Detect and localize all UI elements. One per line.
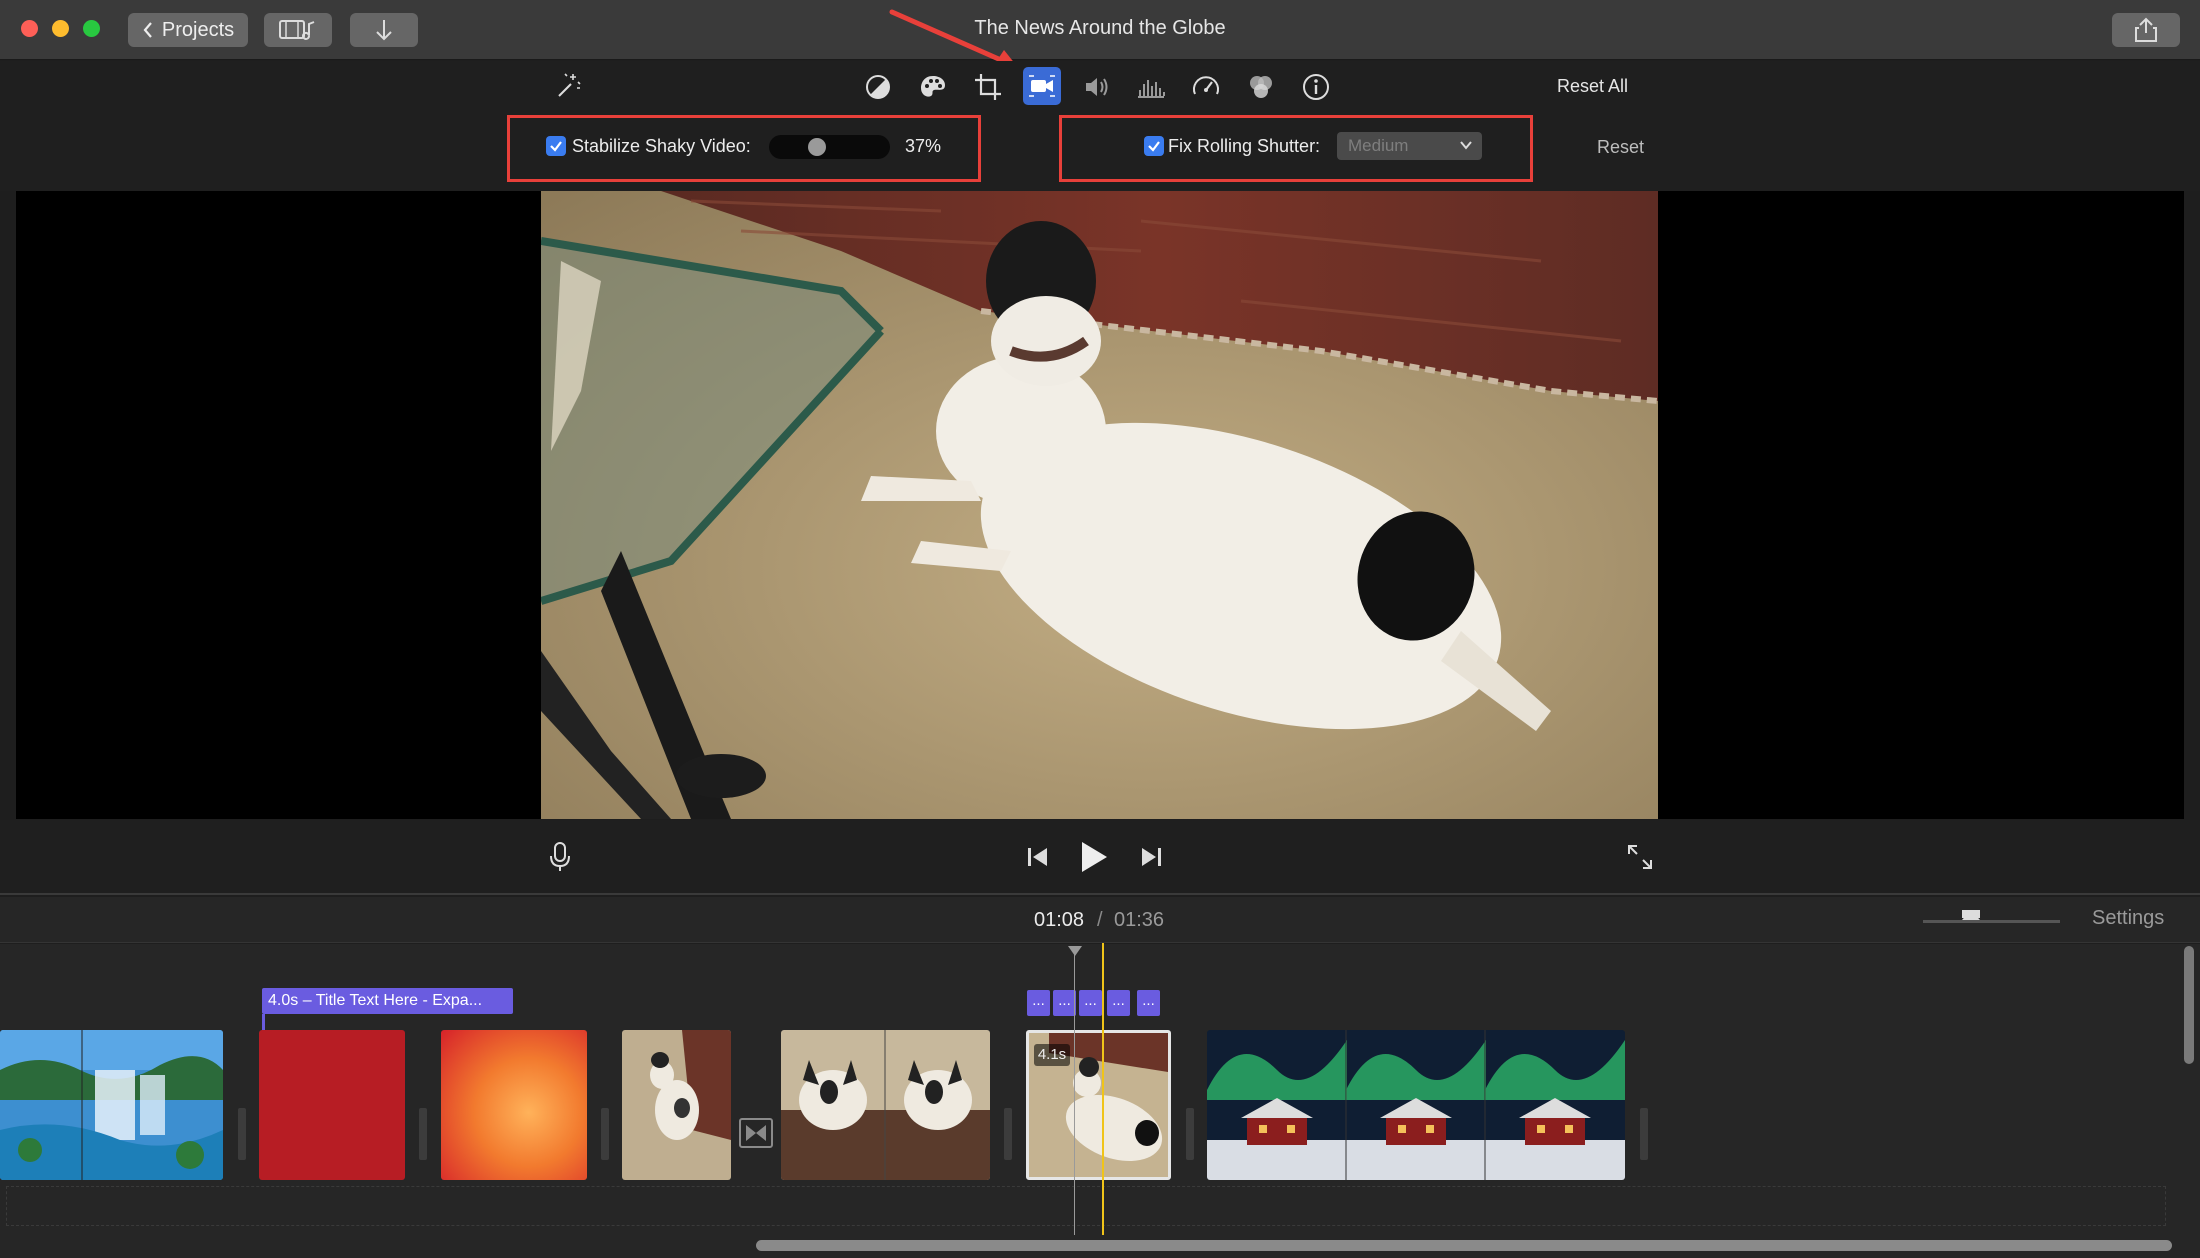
time-separator: / bbox=[1097, 909, 1103, 931]
timeline-clip-red-background[interactable] bbox=[259, 1030, 405, 1180]
video-preview[interactable] bbox=[541, 191, 1658, 819]
crop-button[interactable] bbox=[969, 68, 1007, 106]
skip-forward-icon bbox=[1142, 848, 1161, 866]
stabilize-checkbox[interactable] bbox=[546, 136, 566, 156]
title-marker-badge[interactable]: ... bbox=[1137, 990, 1160, 1016]
checkmark-icon bbox=[1148, 141, 1160, 152]
timeline-clip-waterfall[interactable] bbox=[0, 1030, 223, 1180]
checkmark-icon bbox=[550, 141, 562, 152]
clip-thumbnail bbox=[0, 1030, 223, 1180]
horizontal-scrollbar[interactable] bbox=[756, 1240, 2172, 1251]
clip-thumbnail bbox=[781, 1030, 990, 1180]
reset-all-button[interactable]: Reset All bbox=[1557, 76, 1628, 97]
voiceover-button[interactable] bbox=[547, 840, 573, 874]
playhead[interactable] bbox=[1102, 943, 1104, 1235]
color-correction-icon bbox=[921, 76, 945, 97]
clip-gap-handle[interactable] bbox=[1004, 1108, 1012, 1160]
info-icon bbox=[1303, 74, 1329, 100]
speaker-icon bbox=[1086, 78, 1108, 96]
timecode-bar: 01:08 / 01:36 Settings bbox=[0, 897, 2200, 943]
title-marker-badge[interactable]: ... bbox=[1053, 990, 1076, 1016]
chevron-down-icon bbox=[1460, 141, 1472, 150]
transition-icon bbox=[746, 1125, 766, 1141]
vertical-scrollbar[interactable] bbox=[2184, 946, 2194, 1064]
timeline-zoom-knob[interactable] bbox=[1961, 910, 1980, 920]
volume-button[interactable] bbox=[1078, 68, 1116, 106]
current-time: 01:08 bbox=[1034, 909, 1085, 931]
clip-gap-handle[interactable] bbox=[1640, 1108, 1648, 1160]
rolling-shutter-value: Medium bbox=[1348, 136, 1409, 155]
skimmer-head bbox=[1068, 946, 1082, 956]
fullscreen-button[interactable] bbox=[1624, 841, 1656, 873]
title-marker-badge[interactable]: ... bbox=[1107, 990, 1130, 1016]
stabilize-value: 37% bbox=[905, 136, 942, 156]
share-button[interactable] bbox=[2112, 13, 2180, 47]
play-icon bbox=[1082, 842, 1107, 872]
clip-filter-button[interactable] bbox=[1242, 68, 1280, 106]
video-frame-image bbox=[541, 191, 1658, 819]
speed-button[interactable] bbox=[1187, 68, 1225, 106]
clip-gap-handle[interactable] bbox=[238, 1108, 246, 1160]
noise-reduction-button[interactable] bbox=[1132, 68, 1170, 106]
audio-lane[interactable] bbox=[6, 1186, 2166, 1226]
rolling-shutter-select[interactable]: Medium bbox=[1337, 132, 1482, 160]
stabilize-slider-knob[interactable] bbox=[807, 138, 826, 156]
magic-wand-icon bbox=[558, 73, 581, 97]
timeline-zoom-slider[interactable] bbox=[1923, 910, 2060, 923]
color-balance-button[interactable] bbox=[859, 68, 897, 106]
share-icon bbox=[2135, 17, 2157, 42]
title-bar: Projects The News Around the Globe bbox=[0, 0, 2200, 70]
filter-circles-icon bbox=[1250, 76, 1272, 98]
microphone-icon bbox=[550, 842, 570, 871]
clip-thumbnail bbox=[622, 1030, 731, 1180]
clip-gap-handle[interactable] bbox=[419, 1108, 427, 1160]
expand-icon bbox=[1628, 845, 1652, 869]
equalizer-icon bbox=[1138, 80, 1165, 98]
skip-back-icon bbox=[1028, 848, 1047, 866]
transition-button[interactable] bbox=[739, 1118, 773, 1148]
speedometer-icon bbox=[1193, 76, 1219, 95]
color-correction-button[interactable] bbox=[914, 68, 952, 106]
window-title: The News Around the Globe bbox=[974, 17, 1226, 39]
stabilize-slider[interactable] bbox=[769, 135, 890, 159]
rolling-shutter-label: Fix Rolling Shutter: bbox=[1168, 136, 1321, 156]
timeline-clip-dog-2[interactable] bbox=[781, 1030, 990, 1180]
color-balance-icon bbox=[866, 75, 890, 99]
stabilization-button[interactable] bbox=[1023, 67, 1061, 105]
skimmer-line bbox=[1074, 952, 1075, 1235]
skip-back-button[interactable] bbox=[1024, 842, 1052, 872]
settings-button[interactable]: Settings bbox=[2092, 907, 2164, 930]
timeline-clip-aurora[interactable] bbox=[1207, 1030, 1625, 1180]
crop-icon bbox=[975, 74, 1001, 100]
clip-duration-badge: 4.1s bbox=[1034, 1044, 1070, 1066]
reset-button[interactable]: Reset bbox=[1597, 137, 1644, 158]
title-clip-badge[interactable]: 4.0s – Title Text Here - Expa... bbox=[262, 988, 513, 1014]
enhance-button[interactable] bbox=[549, 66, 587, 104]
clip-gap-handle[interactable] bbox=[601, 1108, 609, 1160]
stabilize-label: Stabilize Shaky Video: bbox=[572, 136, 751, 156]
total-time: 01:36 bbox=[1114, 909, 1165, 931]
video-camera-icon bbox=[1029, 75, 1055, 97]
title-marker-badge[interactable]: ... bbox=[1079, 990, 1102, 1016]
timeline-clip-orange-background[interactable] bbox=[441, 1030, 587, 1180]
title-marker-badge[interactable]: ... bbox=[1027, 990, 1050, 1016]
info-button[interactable] bbox=[1297, 68, 1335, 106]
clip-gap-handle[interactable] bbox=[1186, 1108, 1194, 1160]
timeline-clip-dog-1[interactable] bbox=[622, 1030, 731, 1180]
skip-forward-button[interactable] bbox=[1137, 842, 1165, 872]
play-button[interactable] bbox=[1077, 838, 1111, 876]
clip-thumbnail bbox=[1207, 1030, 1625, 1180]
rolling-shutter-checkbox[interactable] bbox=[1144, 136, 1164, 156]
